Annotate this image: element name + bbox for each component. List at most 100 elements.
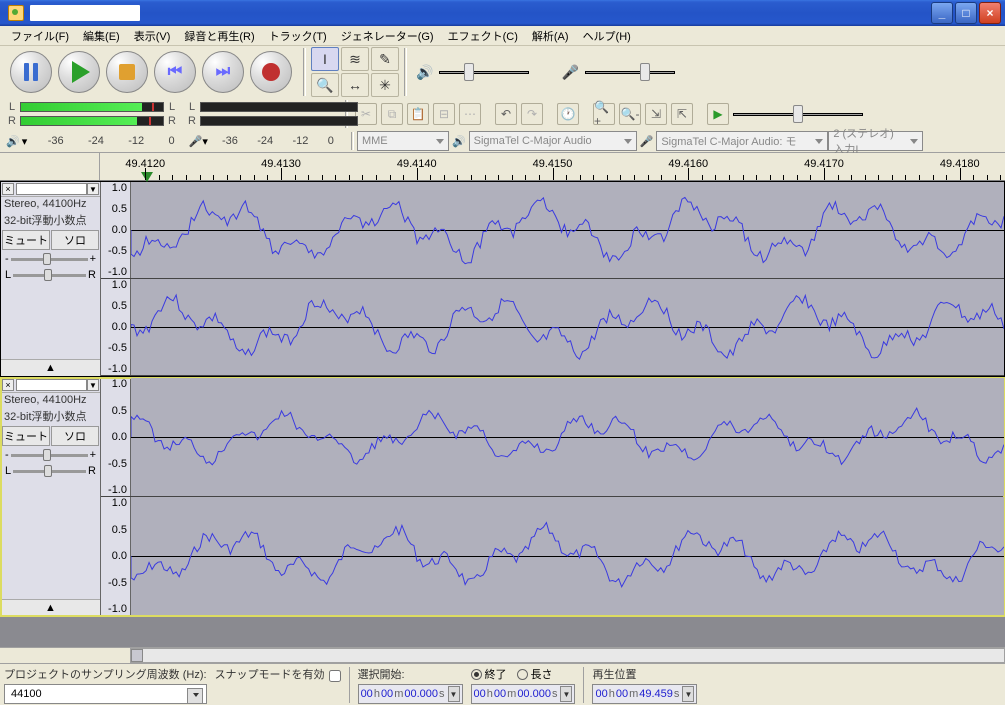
zoom-in-button[interactable]: 🔍+ [593, 103, 615, 125]
track-2: × ▼ Stereo, 44100Hz 32-bit浮動小数点 ミュート ソロ … [0, 377, 1005, 617]
snap-label: スナップモードを有効 [215, 666, 325, 682]
audio-position-display: 00h 00m 49.459s ▼ [592, 684, 697, 704]
collapse-button[interactable]: ▲ [1, 359, 100, 376]
menu-edit[interactable]: 編集(E) [76, 26, 127, 46]
amplitude-scale: 1.00.50.0-0.5-1.0 [101, 182, 131, 278]
waveform-left[interactable] [131, 182, 1004, 278]
track-header: × ▼ Stereo, 44100Hz 32-bit浮動小数点 ミュート ソロ … [1, 378, 101, 616]
zoom-tool[interactable]: 🔍 [311, 73, 339, 97]
trim-button[interactable]: ⊟ [433, 103, 455, 125]
record-meter[interactable]: L R [182, 99, 362, 129]
playhead-icon [141, 172, 153, 182]
sync-lock-button[interactable]: 🕐 [557, 103, 579, 125]
selection-tool[interactable]: I [311, 47, 339, 71]
draw-tool[interactable]: ✎ [371, 47, 399, 71]
transport-toolbar: ⏮ ⏭ [2, 47, 300, 97]
playback-volume-slider[interactable] [439, 62, 529, 82]
fit-project-button[interactable]: ⇱ [671, 103, 693, 125]
copy-button[interactable]: ⧉ [381, 103, 403, 125]
titlebar: _ □ × [0, 0, 1005, 26]
window-title [30, 5, 140, 21]
paste-button[interactable]: 📋 [407, 103, 429, 125]
menu-record[interactable]: 録音と再生(R) [177, 26, 261, 46]
menu-tracks[interactable]: トラック(T) [262, 26, 334, 46]
menu-file[interactable]: ファイル(F) [4, 26, 76, 46]
horizontal-scrollbar[interactable] [0, 647, 1005, 663]
project-rate-label: プロジェクトのサンプリング周波数 (Hz): [4, 666, 207, 682]
redo-button[interactable]: ↷ [521, 103, 543, 125]
pan-slider[interactable] [13, 470, 86, 473]
record-volume-slider[interactable] [585, 62, 675, 82]
mic-icon: 🎤 [637, 135, 657, 148]
end-radio[interactable]: 終了 [471, 666, 507, 682]
track-name-input[interactable] [16, 379, 87, 391]
waveform-right[interactable] [131, 279, 1004, 375]
gain-slider[interactable] [11, 258, 88, 261]
track-close-button[interactable]: × [2, 183, 14, 195]
menu-view[interactable]: 表示(V) [127, 26, 178, 46]
play-speed-slider[interactable] [733, 104, 863, 124]
mute-button[interactable]: ミュート [2, 426, 50, 446]
undo-button[interactable]: ↶ [495, 103, 517, 125]
silence-button[interactable]: ⋯ [459, 103, 481, 125]
track-format: Stereo, 44100Hz [1, 197, 100, 211]
solo-button[interactable]: ソロ [51, 426, 99, 446]
timeline-ruler[interactable]: 49.412049.413049.414049.415049.416049.41… [0, 153, 1005, 181]
minimize-button[interactable]: _ [931, 2, 953, 24]
skip-end-button[interactable]: ⏭ [202, 51, 244, 93]
selection-end-input[interactable]: 00h 00m 00.000s ▼ [471, 684, 576, 704]
envelope-tool[interactable]: ≋ [341, 47, 369, 71]
pan-slider[interactable] [13, 274, 86, 277]
playback-meter[interactable]: LL RR [2, 99, 182, 129]
edit-toolbar: ✂ ⧉ 📋 ⊟ ⋯ ↶ ↷ 🕐 🔍+ 🔍- ⇲ ⇱ ▶ [351, 101, 867, 127]
output-device-select[interactable]: SigmaTel C-Major Audio [469, 131, 637, 151]
host-select[interactable]: MME [357, 131, 449, 151]
status-bar: プロジェクトのサンプリング周波数 (Hz): 44100 スナップモードを有効 … [0, 663, 1005, 705]
menu-effect[interactable]: エフェクト(C) [441, 26, 525, 46]
multi-tool[interactable]: ✳ [371, 73, 399, 97]
mic-icon: 🎤 [189, 135, 203, 148]
track-bit: 32-bit浮動小数点 [1, 211, 100, 229]
app-icon [8, 5, 24, 21]
track-close-button[interactable]: × [2, 379, 14, 391]
selection-start-label: 選択開始: [358, 666, 463, 682]
track-1: × ▼ Stereo, 44100Hz 32-bit浮動小数点 ミュート ソロ … [0, 181, 1005, 377]
cut-button[interactable]: ✂ [355, 103, 377, 125]
menu-generate[interactable]: ジェネレーター(G) [334, 26, 441, 46]
record-button[interactable] [250, 51, 292, 93]
collapse-button[interactable]: ▲ [1, 599, 100, 616]
close-button[interactable]: × [979, 2, 1001, 24]
skip-start-button[interactable]: ⏮ [154, 51, 196, 93]
track-header: × ▼ Stereo, 44100Hz 32-bit浮動小数点 ミュート ソロ … [1, 182, 101, 376]
toolbar-area: ⏮ ⏭ I ≋ ✎ 🔍 ↔ ✳ 🔊 🎤 LL RR [0, 46, 1005, 153]
menu-analyze[interactable]: 解析(A) [525, 26, 576, 46]
tracks-panel: × ▼ Stereo, 44100Hz 32-bit浮動小数点 ミュート ソロ … [0, 181, 1005, 647]
input-device-select[interactable]: SigmaTel C-Major Audio: モ [656, 131, 828, 151]
snap-checkbox[interactable] [329, 670, 341, 682]
stop-button[interactable] [106, 51, 148, 93]
mic-icon: 🎤 [561, 64, 578, 81]
pause-button[interactable] [10, 51, 52, 93]
menubar: ファイル(F) 編集(E) 表示(V) 録音と再生(R) トラック(T) ジェネ… [0, 26, 1005, 46]
mute-button[interactable]: ミュート [2, 230, 50, 250]
track-name-input[interactable] [16, 183, 87, 195]
waveform-left[interactable] [131, 378, 1004, 496]
gain-slider[interactable] [11, 454, 88, 457]
length-radio[interactable]: 長さ [517, 666, 553, 682]
tools-toolbar: I ≋ ✎ 🔍 ↔ ✳ [309, 45, 401, 99]
play-at-speed-button[interactable]: ▶ [707, 103, 729, 125]
waveform-right[interactable] [131, 497, 1004, 615]
track-menu-button[interactable]: ▼ [87, 183, 99, 195]
selection-start-input[interactable]: 00h 00m 00.000s ▼ [358, 684, 463, 704]
zoom-out-button[interactable]: 🔍- [619, 103, 641, 125]
maximize-button[interactable]: □ [955, 2, 977, 24]
menu-help[interactable]: ヘルプ(H) [576, 26, 638, 46]
play-button[interactable] [58, 51, 100, 93]
track-menu-button[interactable]: ▼ [87, 379, 99, 391]
solo-button[interactable]: ソロ [51, 230, 99, 250]
timeshift-tool[interactable]: ↔ [341, 73, 369, 97]
fit-selection-button[interactable]: ⇲ [645, 103, 667, 125]
project-rate-select[interactable]: 44100 [4, 684, 207, 704]
input-channels-select[interactable]: 2 (ステレオ)入力I [828, 131, 923, 151]
speaker-icon: 🔊 [449, 135, 469, 148]
